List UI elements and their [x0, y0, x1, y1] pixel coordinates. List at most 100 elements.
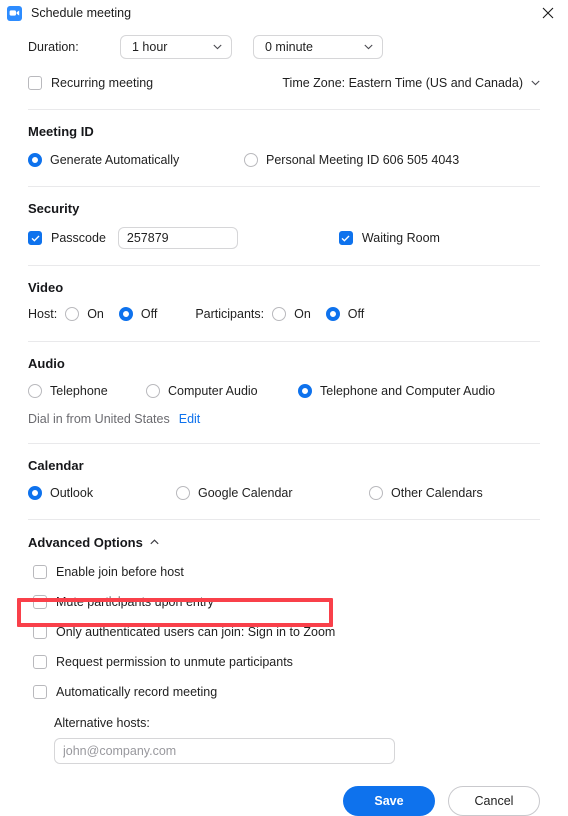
divider — [28, 519, 540, 520]
divider — [28, 443, 540, 444]
enable-join-before-host-checkbox[interactable] — [33, 565, 47, 579]
calendar-outlook-label: Outlook — [50, 486, 94, 500]
audio-title: Audio — [28, 356, 65, 371]
duration-hours-value: 1 hour — [132, 40, 168, 54]
divider — [28, 265, 540, 266]
calendar-option-outlook[interactable]: Outlook — [28, 486, 176, 500]
cancel-button[interactable]: Cancel — [448, 786, 540, 816]
video-host-on-label: On — [87, 307, 104, 321]
video-participants-on-radio[interactable] — [272, 307, 287, 321]
audio-telephone-and-computer-radio[interactable] — [298, 384, 312, 398]
automatically-record-meeting-label: Automatically record meeting — [56, 685, 218, 699]
video-row: Host: On Off Participants: On Off — [28, 305, 540, 323]
video-participants-off-radio[interactable] — [325, 307, 340, 321]
meeting-id-option-generate[interactable]: Generate Automatically — [28, 153, 218, 167]
divider — [28, 341, 540, 342]
alternative-hosts-input[interactable] — [54, 738, 395, 764]
advanced-option-mute-participants-upon-entry[interactable]: Mute participants upon entry — [33, 593, 540, 611]
calendar-outlook-radio[interactable] — [28, 486, 42, 500]
meeting-id-generate-radio[interactable] — [28, 153, 42, 167]
video-participants-off-option[interactable]: Off — [325, 307, 365, 321]
recurring-meeting-label: Recurring meeting — [51, 76, 154, 90]
waiting-room-label: Waiting Room — [361, 231, 440, 245]
video-host-on-radio[interactable] — [65, 307, 80, 321]
duration-minutes-select[interactable]: 0 minute — [253, 35, 383, 59]
meeting-id-option-personal[interactable]: Personal Meeting ID 606 505 4043 — [244, 153, 459, 167]
chevron-down-icon — [531, 80, 540, 86]
calendar-other-label: Other Calendars — [391, 486, 483, 500]
video-host-off-radio[interactable] — [118, 307, 133, 321]
video-host-off-label: Off — [140, 307, 158, 321]
meeting-id-options-row: Generate Automatically Personal Meeting … — [28, 151, 540, 169]
audio-options-row: Telephone Computer Audio Telephone and C… — [28, 382, 540, 400]
passcode-checkbox[interactable] — [28, 231, 42, 245]
meeting-id-personal-label: Personal Meeting ID 606 505 4043 — [266, 153, 460, 167]
calendar-option-google[interactable]: Google Calendar — [176, 486, 369, 500]
advanced-option-only-authenticated-users[interactable]: Only authenticated users can join: Sign … — [33, 623, 540, 641]
duration-minutes-value: 0 minute — [265, 40, 313, 54]
advanced-option-request-permission-to-unmute[interactable]: Request permission to unmute participant… — [33, 653, 540, 671]
advanced-options-header[interactable]: Advanced Options — [28, 533, 540, 551]
footer-actions: Save Cancel — [28, 786, 540, 816]
video-participants-on-option[interactable]: On — [272, 307, 311, 321]
calendar-option-other[interactable]: Other Calendars — [369, 486, 483, 500]
audio-telephone-radio[interactable] — [28, 384, 42, 398]
calendar-google-label: Google Calendar — [198, 486, 293, 500]
passcode-label: Passcode — [51, 231, 106, 245]
audio-telephone-label: Telephone — [50, 384, 108, 398]
video-host-label: Host: — [28, 307, 58, 321]
meeting-id-generate-label: Generate Automatically — [50, 153, 180, 167]
chevron-up-icon — [150, 539, 159, 545]
advanced-option-automatically-record-meeting[interactable]: Automatically record meeting — [33, 683, 540, 701]
mute-participants-upon-entry-label: Mute participants upon entry — [56, 595, 214, 609]
audio-option-computer[interactable]: Computer Audio — [146, 384, 298, 398]
waiting-room-checkbox[interactable] — [338, 231, 353, 245]
automatically-record-meeting-checkbox[interactable] — [33, 685, 47, 699]
audio-computer-label: Computer Audio — [168, 384, 258, 398]
dial-in-edit-link[interactable]: Edit — [179, 412, 201, 426]
mute-participants-upon-entry-checkbox[interactable] — [33, 595, 47, 609]
audio-computer-radio[interactable] — [146, 384, 160, 398]
audio-telephone-and-computer-label: Telephone and Computer Audio — [320, 384, 496, 398]
passcode-checkbox-row[interactable]: Passcode — [28, 231, 106, 245]
video-host-on-option[interactable]: On — [65, 307, 104, 321]
close-icon[interactable] — [528, 0, 568, 26]
dialog-body: Duration: 1 hour 0 minute Recurring meet… — [0, 34, 568, 816]
only-authenticated-users-checkbox[interactable] — [33, 625, 47, 639]
divider — [28, 109, 540, 110]
divider — [28, 186, 540, 187]
meeting-id-personal-radio[interactable] — [244, 153, 258, 167]
only-authenticated-users-label: Only authenticated users can join: Sign … — [56, 625, 336, 639]
dial-in-text: Dial in from United States — [28, 412, 170, 426]
security-row: Passcode Waiting Room — [28, 227, 540, 249]
calendar-google-radio[interactable] — [176, 486, 190, 500]
window-title: Schedule meeting — [31, 6, 132, 20]
timezone-label: Time Zone: Eastern Time (US and Canada) — [282, 76, 523, 90]
calendar-other-radio[interactable] — [369, 486, 383, 500]
audio-option-telephone[interactable]: Telephone — [28, 384, 146, 398]
duration-hours-select[interactable]: 1 hour — [120, 35, 232, 59]
video-host-off-option[interactable]: Off — [118, 307, 158, 321]
recurring-meeting-checkbox-row[interactable]: Recurring meeting — [28, 76, 153, 90]
meeting-id-title: Meeting ID — [28, 124, 94, 139]
alternative-hosts-label: Alternative hosts: — [54, 716, 150, 730]
security-title: Security — [28, 201, 80, 216]
timezone-selector[interactable]: Time Zone: Eastern Time (US and Canada) — [282, 76, 540, 90]
request-permission-to-unmute-label: Request permission to unmute participant… — [56, 655, 293, 669]
calendar-options-row: Outlook Google Calendar Other Calendars — [28, 484, 540, 502]
video-participants-label: Participants: — [195, 307, 265, 321]
advanced-options-title: Advanced Options — [28, 534, 143, 550]
passcode-input[interactable] — [117, 227, 238, 249]
save-button[interactable]: Save — [343, 786, 435, 816]
dial-in-row: Dial in from United States Edit — [28, 411, 540, 427]
title-bar: Schedule meeting — [0, 0, 568, 26]
waiting-room-checkbox-row[interactable]: Waiting Room — [338, 231, 440, 245]
duration-label: Duration: — [28, 40, 79, 54]
calendar-title: Calendar — [28, 458, 84, 473]
advanced-option-enable-join-before-host[interactable]: Enable join before host — [33, 563, 540, 581]
recurring-meeting-checkbox[interactable] — [28, 76, 42, 90]
zoom-camera-icon — [7, 5, 22, 21]
audio-option-telephone-and-computer[interactable]: Telephone and Computer Audio — [298, 384, 495, 398]
video-participants-off-label: Off — [347, 307, 365, 321]
request-permission-to-unmute-checkbox[interactable] — [33, 655, 47, 669]
